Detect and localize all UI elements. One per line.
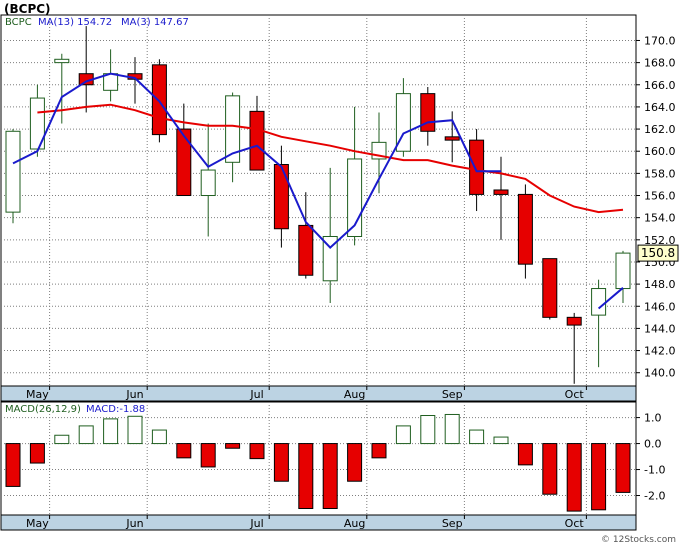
macd-bar [127,415,143,445]
macd-bar [591,443,607,511]
candle-body [517,193,533,265]
candle-body [151,64,167,136]
macd-bar [420,415,436,445]
price-xtick-label: Aug [344,388,365,401]
candle [542,258,558,320]
price-xtick-label: May [26,388,49,401]
macd-bar [347,443,363,482]
macd-bar [78,425,94,445]
macd-xaxis-band [0,514,637,531]
price-ytick-label: 148.0 [644,278,676,291]
price-ytick-label: 162.0 [644,123,676,136]
macd-bar [615,443,631,493]
candle-body [591,288,607,316]
macd-bar [493,436,509,445]
macd-xtick-label: Aug [344,517,365,530]
chart-svg: (BCPC) 140.0142.0144.0146.0148.0150.0152… [0,2,679,545]
legend-item: BCPC [5,17,32,28]
price-ytick-label: 168.0 [644,57,676,70]
macd-bar [395,425,411,445]
candle-body [5,130,21,213]
candle-body [249,110,265,171]
macd-bar [5,443,21,487]
price-ytick-label: 142.0 [644,345,676,358]
candle-body [54,58,70,64]
price-ytick-label: 154.0 [644,212,676,225]
macd-bar [566,443,582,512]
macd-bar [517,443,533,466]
macd-xtick-label: Jul [249,517,263,530]
price-xtick-label: Sep [442,388,463,401]
price-xtick-label: Jun [125,388,143,401]
macd-bar [542,443,558,495]
candle-body [542,258,558,318]
macd-bar [225,443,241,449]
stock-chart: (BCPC) 140.0 142.0 144.0 146.0 148.0 150.0 152… [0,0,680,546]
price-ytick-label: 144.0 [644,322,676,335]
macd-ytick-label: -1.0 [644,464,665,477]
macd-panel: 1.0 0.0 -1.0 -2.0 MACD(26,12,9) MACD:-1.88 May… [0,401,665,531]
legend-item: MA(13) 154.72 [38,17,112,28]
last-price-label: 150.8 [641,246,675,260]
macd-bar [103,418,119,445]
macd-bar [273,443,289,482]
macd-legend: MACD(26,12,9) MACD:-1.88 [5,404,145,415]
price-ytick-label: 158.0 [644,167,676,180]
chart-title: (BCPC) [4,2,51,16]
candle [5,129,21,224]
candle-body [469,139,485,195]
macd-ytick-label: 1.0 [644,412,662,425]
macd-xtick-label: May [26,517,49,530]
macd-ytick-label: 0.0 [644,438,662,451]
macd-frame [0,401,637,516]
candle-body [493,189,509,195]
candle-body [200,169,216,197]
candle-body [176,128,192,197]
macd-xtick-label: Jun [125,517,143,530]
macd-xtick-label: Sep [442,517,463,530]
macd-bar [54,434,70,445]
macd-bar [371,443,387,459]
price-panel: 140.0142.0144.0146.0148.0150.0152.0154.0… [0,14,679,402]
price-ytick-label: 164.0 [644,101,676,114]
macd-bar [151,429,167,445]
macd-bar [176,443,192,459]
price-xtick-label: Oct [565,388,585,401]
macd-bar [469,429,485,445]
price-ytick-label: 160.0 [644,145,676,158]
candle-body [615,252,631,290]
macd-bar [444,413,460,445]
legend-item: MACD(26,12,9) [5,404,81,415]
candle [517,184,533,279]
macd-ytick-label: -2.0 [644,490,665,503]
price-ytick-label: 156.0 [644,190,676,203]
macd-bar [298,443,314,510]
macd-xtick-label: Oct [565,517,585,530]
price-ytick-label: 146.0 [644,300,676,313]
price-xtick-label: Jul [249,388,263,401]
price-xaxis-band [0,385,637,402]
candle-body [273,164,289,230]
copyright-text: © 12Stocks.com [601,535,676,545]
legend-item: MACD:-1.88 [86,404,145,415]
macd-bar [249,443,265,460]
candle-body [298,224,314,276]
legend-item: MA(3) 147.67 [121,17,189,28]
macd-bar [200,443,216,468]
price-ytick-label: 170.0 [644,34,676,47]
macd-bar [29,443,45,464]
price-frame [0,14,637,387]
macd-bar [322,443,338,510]
price-ytick-label: 166.0 [644,79,676,92]
candle-body [444,136,460,141]
candle-body [566,316,582,326]
price-ytick-label: 140.0 [644,367,676,380]
